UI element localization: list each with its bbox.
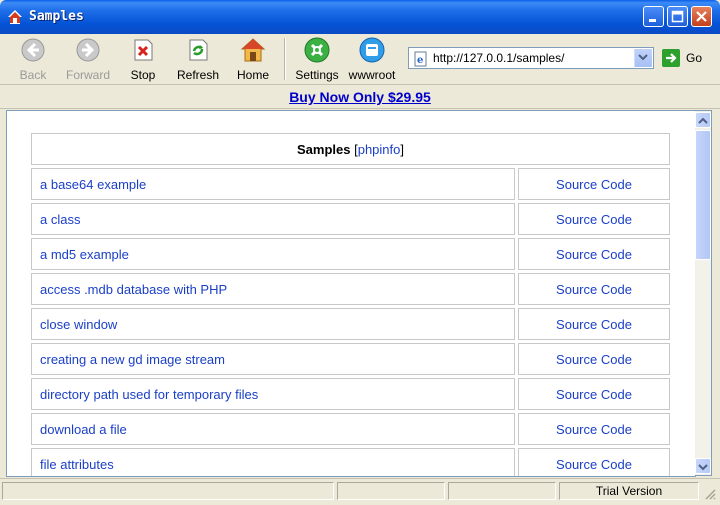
- forward-button[interactable]: Forward: [60, 37, 116, 82]
- refresh-label: Refresh: [176, 68, 220, 82]
- refresh-button[interactable]: Refresh: [174, 37, 222, 82]
- table-row: a class Source Code: [31, 203, 670, 235]
- source-code-link[interactable]: Source Code: [518, 168, 670, 200]
- phpinfo-wrapper: [phpinfo]: [354, 142, 404, 157]
- sample-link[interactable]: directory path used for temporary files: [31, 378, 515, 410]
- sample-link[interactable]: file attributes: [31, 448, 515, 476]
- source-code-link[interactable]: Source Code: [518, 238, 670, 270]
- table-row: file attributes Source Code: [31, 448, 670, 476]
- home-icon: [8, 10, 22, 24]
- back-label: Back: [19, 68, 47, 82]
- scroll-up-button[interactable]: [695, 112, 711, 128]
- scroll-down-button[interactable]: [695, 458, 711, 474]
- home-icon: [240, 38, 266, 62]
- go-label: Go: [686, 51, 703, 65]
- sample-link[interactable]: a md5 example: [31, 238, 515, 270]
- samples-table: Samples [phpinfo] a base64 example Source…: [28, 130, 673, 476]
- license-status: Trial Version: [559, 482, 699, 500]
- buy-now-link[interactable]: Buy Now Only $29.95: [289, 89, 431, 105]
- window-title: Samples: [29, 9, 84, 24]
- status-pane-2: [337, 482, 445, 500]
- close-button[interactable]: [691, 6, 712, 27]
- home-label: Home: [236, 68, 269, 82]
- address-text: http://127.0.0.1/samples/: [433, 51, 565, 65]
- back-arrow-icon: [21, 38, 45, 62]
- sample-link[interactable]: download a file: [31, 413, 515, 445]
- folder-icon: [359, 37, 385, 63]
- sample-link[interactable]: a class: [31, 203, 515, 235]
- table-row: a md5 example Source Code: [31, 238, 670, 270]
- table-row: access .mdb database with PHP Source Code: [31, 273, 670, 305]
- ie-page-icon: e: [414, 51, 427, 67]
- close-icon: [696, 11, 707, 22]
- chevron-down-icon: [638, 54, 648, 61]
- scroll-thumb[interactable]: [695, 130, 711, 260]
- table-row: directory path used for temporary files S…: [31, 378, 670, 410]
- title-bar[interactable]: Samples: [0, 0, 720, 34]
- settings-icon: [304, 37, 330, 63]
- settings-button[interactable]: Settings: [292, 37, 342, 82]
- source-code-link[interactable]: Source Code: [518, 378, 670, 410]
- table-header-row: Samples [phpinfo]: [31, 133, 670, 165]
- sample-link[interactable]: access .mdb database with PHP: [31, 273, 515, 305]
- maximize-button[interactable]: [667, 6, 688, 27]
- table-row: creating a new gd image stream Source Cod…: [31, 343, 670, 375]
- stop-icon: [134, 39, 153, 61]
- status-bar: Trial Version: [0, 478, 720, 505]
- forward-label: Forward: [65, 68, 110, 82]
- refresh-icon: [189, 39, 208, 61]
- settings-label: Settings: [295, 68, 339, 82]
- vertical-scrollbar[interactable]: [695, 110, 712, 476]
- address-dropdown[interactable]: [634, 49, 652, 67]
- stop-button[interactable]: Stop: [126, 37, 160, 82]
- home-button[interactable]: Home: [234, 37, 272, 82]
- samples-heading: Samples: [296, 141, 351, 157]
- source-code-link[interactable]: Source Code: [518, 203, 670, 235]
- minimize-button[interactable]: [643, 6, 664, 27]
- source-code-link[interactable]: Source Code: [518, 273, 670, 305]
- chevron-down-icon: [698, 464, 708, 471]
- source-code-link[interactable]: Source Code: [518, 308, 670, 340]
- content-area: Samples [phpinfo] a base64 example Source…: [6, 110, 696, 477]
- back-button[interactable]: Back: [14, 37, 52, 82]
- table-row: close window Source Code: [31, 308, 670, 340]
- stop-label: Stop: [130, 68, 156, 82]
- table-row: download a file Source Code: [31, 413, 670, 445]
- sample-link[interactable]: a base64 example: [31, 168, 515, 200]
- address-bar[interactable]: e http://127.0.0.1/samples/: [408, 47, 654, 69]
- source-code-link[interactable]: Source Code: [518, 413, 670, 445]
- wwwroot-button[interactable]: wwwroot: [346, 37, 398, 82]
- toolbar-separator: [284, 38, 286, 80]
- phpinfo-link[interactable]: phpinfo: [358, 142, 401, 157]
- sample-link[interactable]: close window: [31, 308, 515, 340]
- go-arrow-icon: [662, 49, 680, 67]
- table-row: a base64 example Source Code: [31, 168, 670, 200]
- forward-arrow-icon: [76, 38, 100, 62]
- chevron-up-icon: [698, 117, 708, 124]
- source-code-link[interactable]: Source Code: [518, 343, 670, 375]
- status-pane-3: [448, 482, 556, 500]
- minimize-icon: [649, 19, 656, 22]
- maximize-icon: [671, 10, 684, 23]
- svg-text:e: e: [417, 55, 423, 66]
- resize-grip-icon[interactable]: [704, 487, 716, 501]
- status-main: [2, 482, 334, 500]
- table-header: Samples [phpinfo]: [31, 133, 670, 165]
- sample-link[interactable]: creating a new gd image stream: [31, 343, 515, 375]
- wwwroot-label: wwwroot: [348, 68, 396, 82]
- bracket-close: ]: [400, 141, 404, 157]
- source-code-link[interactable]: Source Code: [518, 448, 670, 476]
- promo-bar: Buy Now Only $29.95: [0, 86, 720, 109]
